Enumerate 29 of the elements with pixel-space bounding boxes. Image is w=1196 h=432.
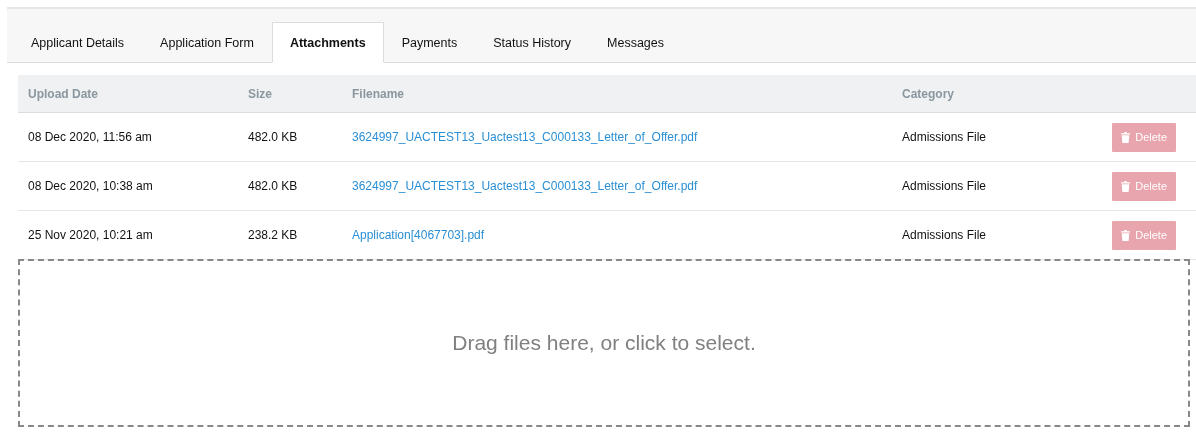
tab[interactable]: Payments bbox=[383, 22, 476, 63]
trash-icon bbox=[1121, 180, 1131, 192]
dropzone[interactable]: Drag files here, or click to select. bbox=[18, 259, 1190, 427]
table-cell-text: 482.0 KB bbox=[247, 130, 299, 144]
column-header: Size bbox=[247, 86, 273, 101]
delete-button[interactable]: Delete bbox=[1112, 122, 1176, 152]
tab[interactable]: Applicant Details bbox=[13, 22, 143, 63]
table-cell-text: Admissions File bbox=[901, 228, 988, 242]
column-header: Category bbox=[901, 86, 955, 101]
file-link[interactable]: Application[4067703].pdf bbox=[352, 228, 485, 242]
delete-button[interactable]: Delete bbox=[1112, 220, 1176, 250]
table-cell-text: 238.2 KB bbox=[247, 228, 299, 242]
column-header: Upload Date bbox=[27, 86, 99, 101]
tab[interactable]: Application Form bbox=[142, 22, 272, 63]
table-cell-text: 482.0 KB bbox=[247, 179, 299, 193]
file-link[interactable]: 3624997_UACTEST13_Uactest13_C000133_Letter_of_Offer.pdf bbox=[352, 130, 698, 144]
column-header: Filename bbox=[351, 86, 406, 101]
trash-icon bbox=[1121, 229, 1131, 241]
file-link[interactable]: 3624997_UACTEST13_Uactest13_C000133_Letter_of_Offer.pdf bbox=[352, 179, 698, 193]
table-cell-text: Admissions File bbox=[901, 130, 988, 144]
tab[interactable]: Attachments bbox=[271, 22, 384, 63]
tab[interactable]: Messages bbox=[589, 22, 682, 63]
trash-icon bbox=[1121, 131, 1131, 143]
delete-button[interactable]: Delete bbox=[1112, 171, 1176, 201]
table-cell-text: 25 Nov 2020, 10:21 am bbox=[27, 228, 154, 242]
tab[interactable]: Status History bbox=[475, 22, 590, 63]
table-cell-text: Admissions File bbox=[901, 179, 988, 193]
table-cell-text: 08 Dec 2020, 11:56 am bbox=[27, 130, 153, 144]
table-cell-text: 08 Dec 2020, 10:38 am bbox=[27, 179, 154, 193]
